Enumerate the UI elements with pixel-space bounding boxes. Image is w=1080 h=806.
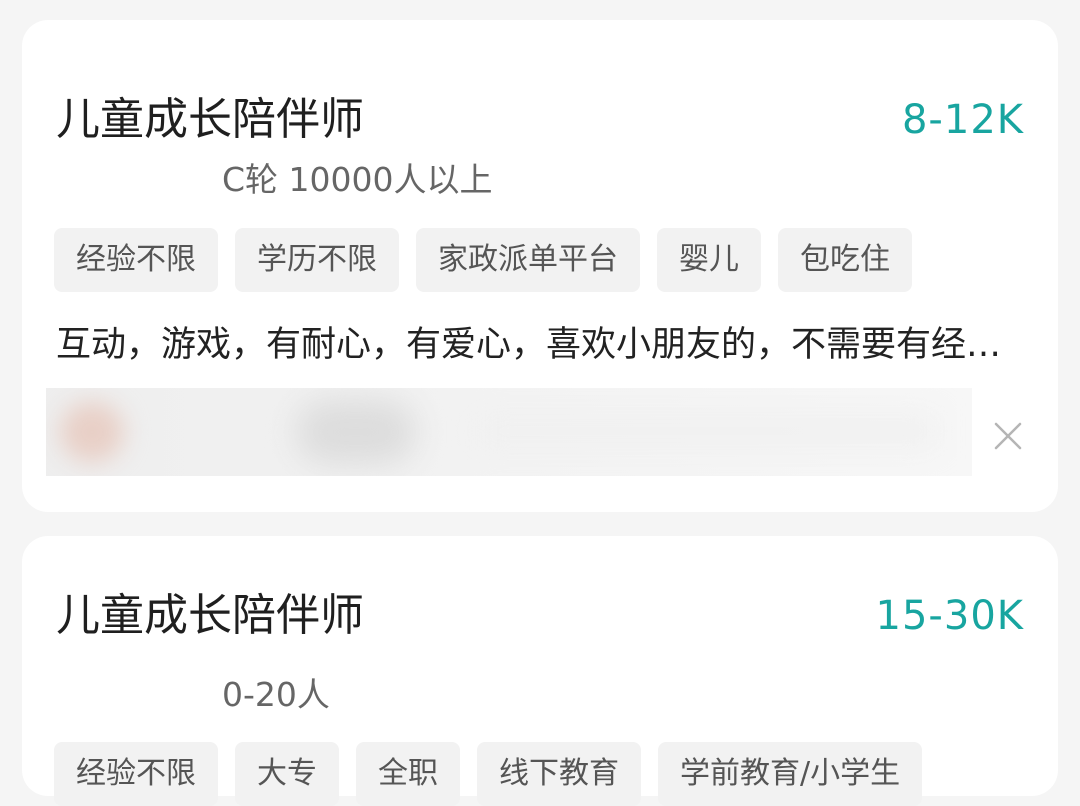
recruiter-name-blurred: [296, 400, 416, 464]
job-tags: 经验不限 学历不限 家政派单平台 婴儿 包吃住: [54, 228, 912, 292]
company-info: 0-20人: [222, 675, 330, 714]
job-tag: 大专: [235, 742, 339, 806]
job-card[interactable]: 儿童成长陪伴师 8-12K C轮 10000人以上 经验不限 学历不限 家政派单…: [22, 20, 1058, 512]
avatar: [60, 402, 124, 462]
close-icon[interactable]: [988, 416, 1028, 456]
company-info: C轮 10000人以上: [222, 160, 493, 199]
job-tags: 经验不限 大专 全职 线下教育 学前教育/小学生: [54, 742, 923, 806]
job-tag: 线下教育: [477, 742, 641, 806]
job-tag: 包吃住: [778, 228, 912, 292]
job-tag: 全职: [356, 742, 460, 806]
job-tag: 学历不限: [235, 228, 399, 292]
job-tag: 经验不限: [54, 742, 218, 806]
salary-range: 15-30K: [875, 593, 1024, 639]
job-tag: 经验不限: [54, 228, 218, 292]
salary-range: 8-12K: [901, 97, 1024, 143]
recruiter-bar[interactable]: [46, 388, 972, 476]
job-tag: 婴儿: [657, 228, 761, 292]
job-title: 儿童成长陪伴师: [56, 94, 364, 145]
job-tag: 学前教育/小学生: [658, 742, 923, 806]
job-description: 互动，游戏，有耐心，有爱心，喜欢小朋友的，不需要有经验，公司提供专业培训: [56, 325, 1026, 365]
job-card[interactable]: 儿童成长陪伴师 15-30K 0-20人 经验不限 大专 全职 线下教育 学前教…: [22, 536, 1058, 806]
job-title: 儿童成长陪伴师: [56, 590, 364, 641]
job-tag: 家政派单平台: [416, 228, 640, 292]
recruiter-info-blurred: [476, 416, 936, 446]
